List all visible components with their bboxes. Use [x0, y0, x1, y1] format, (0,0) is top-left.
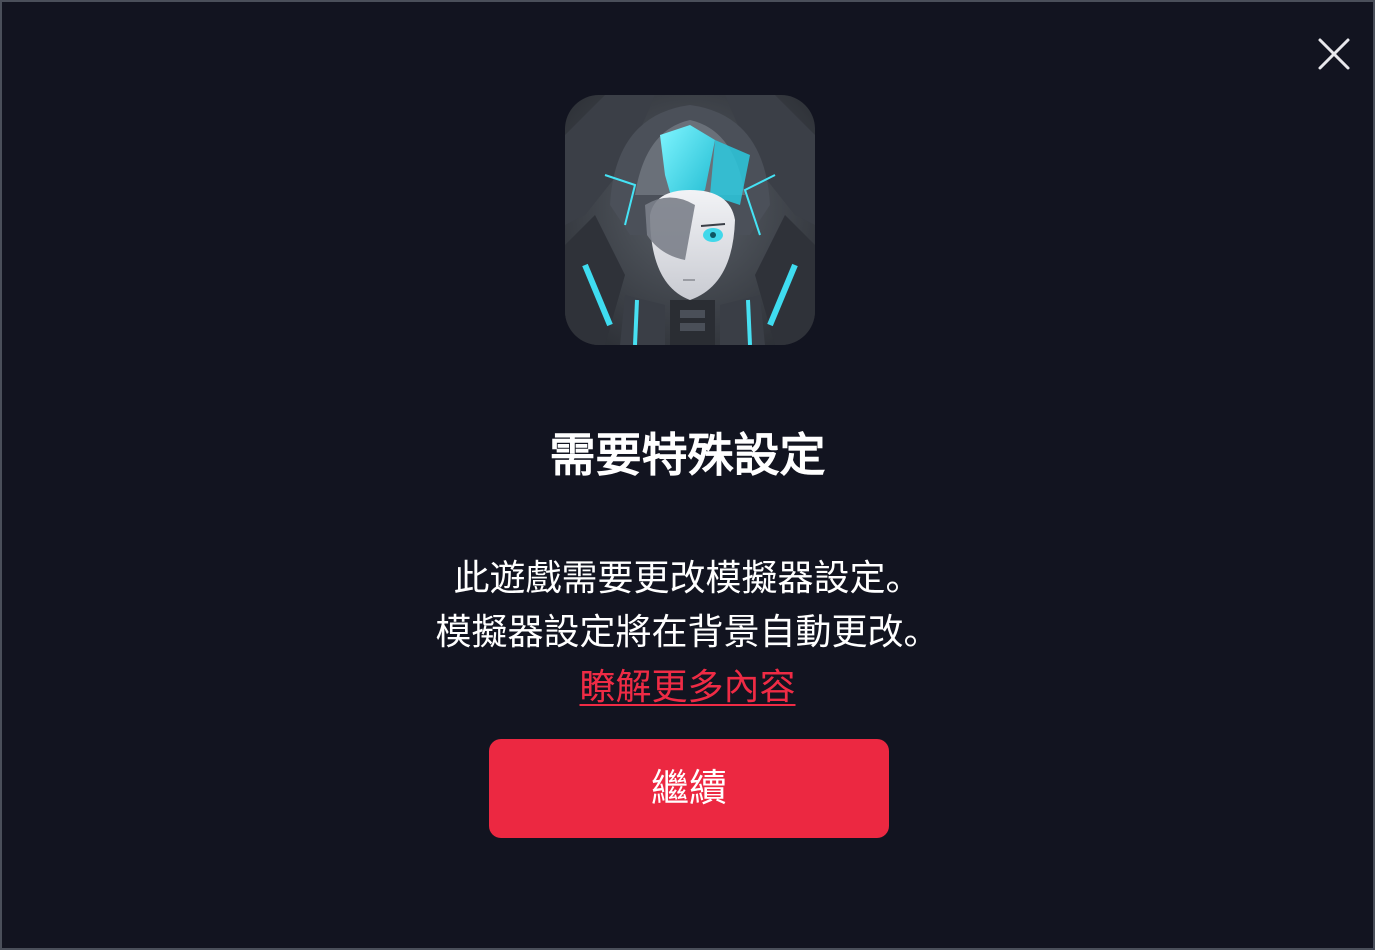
learn-more-link[interactable]: 瞭解更多內容	[579, 667, 795, 708]
learn-more-container: 瞭解更多內容	[2, 661, 1373, 715]
dialog-message: 此遊戲需要更改模擬器設定。 模擬器設定將在背景自動更改。	[2, 552, 1373, 660]
close-button[interactable]	[1314, 34, 1354, 74]
dialog-title: 需要特殊設定	[549, 428, 826, 482]
message-line-1: 此遊戲需要更改模擬器設定。	[453, 558, 922, 599]
continue-button[interactable]: 繼續	[489, 739, 889, 838]
close-icon	[1318, 38, 1350, 70]
message-line-2: 模擬器設定將在背景自動更改。	[435, 612, 940, 653]
special-settings-dialog: 需要特殊設定 此遊戲需要更改模擬器設定。 模擬器設定將在背景自動更改。 瞭解更多…	[0, 0, 1375, 950]
game-app-icon	[565, 95, 815, 345]
